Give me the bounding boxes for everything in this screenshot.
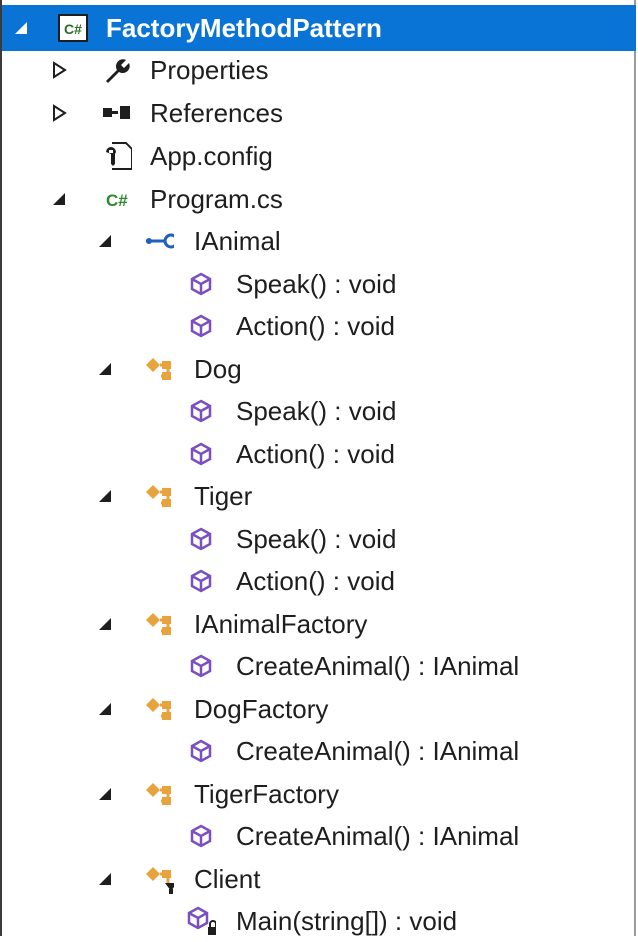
tree-item-references[interactable]: References xyxy=(2,92,636,134)
tree-item-label: Client xyxy=(194,864,261,894)
csharp-file-icon: C# xyxy=(104,184,134,214)
tree-item-method[interactable]: CreateAnimal() : IAnimal xyxy=(2,815,636,857)
class-icon xyxy=(144,354,174,384)
method-icon xyxy=(186,736,216,766)
tree-item-method[interactable]: Action() : void xyxy=(2,305,636,347)
tree-item-ianimalfactory[interactable]: IAnimalFactory xyxy=(2,603,636,645)
tree-item-label: Speak() : void xyxy=(236,524,397,554)
method-icon xyxy=(186,651,216,681)
method-icon xyxy=(186,821,216,851)
tree-item-method[interactable]: CreateAnimal() : IAnimal xyxy=(2,730,636,772)
tree-item-tiger[interactable]: Tiger xyxy=(2,475,636,517)
tree-item-label: Properties xyxy=(150,55,269,85)
tree-item-label: Speak() : void xyxy=(236,396,397,426)
class-icon xyxy=(144,481,174,511)
expanded-icon[interactable] xyxy=(50,190,68,208)
svg-text:C#: C# xyxy=(106,191,128,210)
method-icon xyxy=(186,439,216,469)
expanded-icon[interactable] xyxy=(96,232,114,250)
tree-item-label: Speak() : void xyxy=(236,269,397,299)
tree-item-method[interactable]: Speak() : void xyxy=(2,263,636,305)
expanded-icon[interactable] xyxy=(96,785,114,803)
project-label: FactoryMethodPattern xyxy=(106,13,382,43)
internal-class-icon xyxy=(144,864,174,894)
expanded-icon[interactable] xyxy=(96,615,114,633)
tree-item-label: IAnimalFactory xyxy=(194,609,368,639)
tree-item-label: Tiger xyxy=(194,481,253,511)
method-icon xyxy=(186,566,216,596)
interface-icon xyxy=(144,226,174,256)
tree-item-label: CreateAnimal() : IAnimal xyxy=(236,651,520,681)
tree-item-method[interactable]: Speak() : void xyxy=(2,390,636,432)
tree-item-label: Main(string[]) : void xyxy=(236,906,458,936)
tree-item-label: DogFactory xyxy=(194,694,329,724)
tree-item-method[interactable]: Action() : void xyxy=(2,560,636,602)
tree-item-dog[interactable]: Dog xyxy=(2,348,636,390)
method-icon xyxy=(186,269,216,299)
tree-item-label: TigerFactory xyxy=(194,779,339,809)
collapsed-icon[interactable] xyxy=(50,104,68,122)
tree-item-program-cs[interactable]: C# Program.cs xyxy=(2,178,636,220)
expanded-icon[interactable] xyxy=(96,870,114,888)
references-icon xyxy=(100,98,130,128)
tree-item-label: App.config xyxy=(150,141,273,171)
tree-item-app-config[interactable]: App.config xyxy=(2,135,636,177)
wrench-icon xyxy=(100,55,130,85)
tree-item-dogfactory[interactable]: DogFactory xyxy=(2,688,636,730)
csharp-project-icon: C# xyxy=(58,13,88,43)
tree-item-method[interactable]: Speak() : void xyxy=(2,518,636,560)
tree-item-label: Program.cs xyxy=(150,184,283,214)
class-icon xyxy=(144,779,174,809)
tree-item-label: References xyxy=(150,98,283,128)
expanded-icon[interactable] xyxy=(96,700,114,718)
tree-item-client[interactable]: Client xyxy=(2,858,636,900)
class-icon xyxy=(144,694,174,724)
collapsed-icon[interactable] xyxy=(50,61,68,79)
method-icon xyxy=(186,396,216,426)
tree-item-project[interactable]: C# FactoryMethodPattern xyxy=(2,5,636,51)
tree-item-method[interactable]: Action() : void xyxy=(2,433,636,475)
method-icon xyxy=(186,524,216,554)
config-file-icon xyxy=(102,141,132,171)
tree-item-label: IAnimal xyxy=(194,226,281,256)
expanded-icon[interactable] xyxy=(96,360,114,378)
tree-item-label: CreateAnimal() : IAnimal xyxy=(236,821,520,851)
tree-item-label: Action() : void xyxy=(236,566,395,596)
tree-item-ianimal[interactable]: IAnimal xyxy=(2,220,636,262)
svg-text:C#: C# xyxy=(64,21,82,37)
tree-item-label: Dog xyxy=(194,354,242,384)
tree-item-label: CreateAnimal() : IAnimal xyxy=(236,736,520,766)
tree-item-properties[interactable]: Properties xyxy=(2,49,636,91)
class-icon xyxy=(144,609,174,639)
expanded-icon[interactable] xyxy=(96,487,114,505)
tree-item-label: Action() : void xyxy=(236,311,395,341)
expanded-icon[interactable] xyxy=(12,19,30,37)
tree-item-method[interactable]: CreateAnimal() : IAnimal xyxy=(2,645,636,687)
method-icon xyxy=(186,311,216,341)
private-method-icon xyxy=(186,906,216,936)
tree-item-label: Action() : void xyxy=(236,439,395,469)
tree-item-tigerfactory[interactable]: TigerFactory xyxy=(2,773,636,815)
